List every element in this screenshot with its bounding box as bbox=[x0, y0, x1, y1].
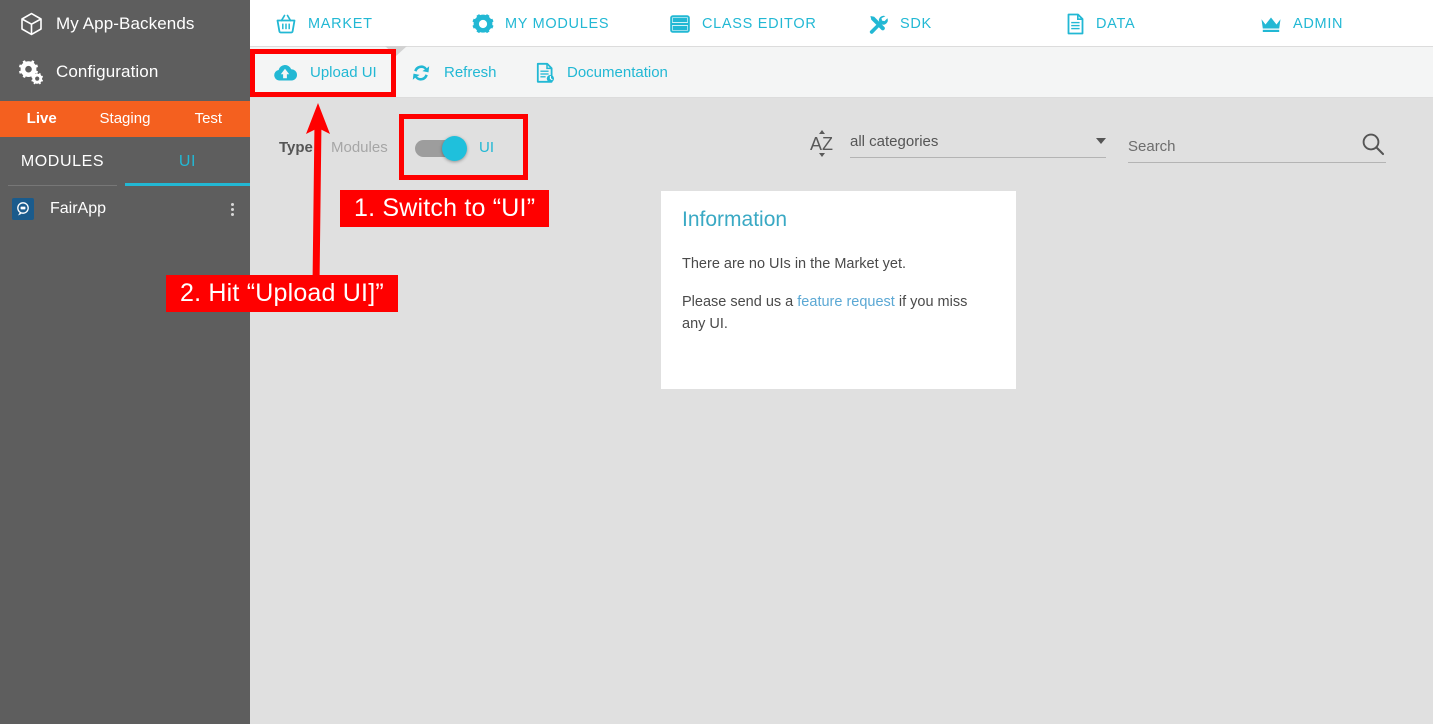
search-icon[interactable] bbox=[1360, 131, 1386, 162]
nav-label-market: MARKET bbox=[308, 15, 373, 32]
app-root: My App-Backends Configuration Live Stagi… bbox=[0, 0, 1433, 724]
information-line-2-before: Please send us a bbox=[682, 294, 798, 310]
toggle-option-modules[interactable]: Modules bbox=[331, 139, 388, 156]
sidebar: My App-Backends Configuration Live Stagi… bbox=[0, 0, 250, 724]
information-line-1: There are no UIs in the Market yet. bbox=[682, 256, 907, 272]
top-navigation: MARKET MY MODULES CLASS EDITOR SDK DATA … bbox=[250, 0, 1433, 47]
nav-label-admin: ADMIN bbox=[1293, 15, 1344, 32]
basket-icon bbox=[275, 13, 297, 34]
refresh-button[interactable]: Refresh bbox=[410, 47, 497, 98]
app-name: FairApp bbox=[50, 200, 107, 217]
nav-tab-sdk[interactable]: SDK bbox=[867, 0, 932, 47]
sidebar-tab-modules[interactable]: MODULES bbox=[0, 137, 125, 186]
upload-ui-label: Upload UI bbox=[310, 64, 377, 81]
nav-tab-class-editor[interactable]: CLASS EDITOR bbox=[669, 0, 817, 47]
category-select-value: all categories bbox=[850, 133, 939, 150]
sidebar-label-configuration: Configuration bbox=[56, 62, 159, 81]
toggle-option-ui[interactable]: UI bbox=[479, 139, 494, 156]
nav-tab-data[interactable]: DATA bbox=[1066, 0, 1135, 47]
search-input[interactable] bbox=[1128, 138, 1338, 155]
nav-tab-my-modules[interactable]: MY MODULES bbox=[472, 0, 609, 47]
list-item[interactable]: FairApp bbox=[0, 186, 250, 232]
app-chat-icon bbox=[12, 198, 34, 220]
crown-icon bbox=[1260, 15, 1282, 33]
nav-tab-market[interactable]: MARKET bbox=[275, 0, 373, 47]
type-toggle-switch[interactable] bbox=[415, 136, 471, 161]
chevron-down-icon bbox=[1096, 137, 1106, 144]
callout-step-2: 2. Hit “Upload UI]” bbox=[166, 275, 398, 312]
feature-request-link[interactable]: feature request bbox=[797, 294, 895, 310]
documentation-button[interactable]: Documentation bbox=[535, 47, 668, 98]
kebab-menu-icon[interactable] bbox=[227, 199, 238, 220]
cloud-upload-icon bbox=[272, 63, 298, 83]
env-tab-notch bbox=[33, 101, 51, 110]
sidebar-tab-modules-label: MODULES bbox=[20, 152, 105, 170]
sidebar-label-my-app-backends: My App-Backends bbox=[56, 14, 195, 33]
information-line-2: Please send us a feature request if you … bbox=[682, 291, 994, 336]
category-select[interactable]: all categories bbox=[850, 126, 1106, 158]
sidebar-item-my-app-backends[interactable]: My App-Backends bbox=[0, 0, 250, 48]
sort-az-icon[interactable]: A Z bbox=[808, 126, 838, 165]
documentation-label: Documentation bbox=[567, 64, 668, 81]
gear-icon bbox=[472, 13, 494, 35]
document-clock-icon bbox=[535, 62, 555, 84]
active-tab-notch bbox=[385, 46, 407, 56]
information-title: Information bbox=[682, 208, 788, 231]
nav-label-data: DATA bbox=[1096, 15, 1136, 32]
nav-label-my-modules: MY MODULES bbox=[505, 15, 610, 32]
gear-icon bbox=[14, 59, 48, 85]
nav-tab-admin[interactable]: ADMIN bbox=[1260, 0, 1343, 47]
nav-label-class-editor: CLASS EDITOR bbox=[702, 15, 817, 32]
type-filter-label: Type bbox=[279, 139, 313, 156]
sidebar-module-tabs: MODULES UI bbox=[0, 137, 250, 186]
sidebar-app-list: FairApp bbox=[0, 186, 250, 232]
upload-ui-button[interactable]: Upload UI bbox=[272, 47, 377, 98]
cube-icon bbox=[14, 12, 48, 36]
sidebar-tab-ui-label: UI bbox=[178, 152, 197, 170]
tools-icon bbox=[867, 13, 889, 35]
env-tab-staging[interactable]: Staging bbox=[83, 101, 166, 137]
nav-label-sdk: SDK bbox=[900, 15, 932, 32]
sidebar-tab-ui[interactable]: UI bbox=[125, 137, 250, 186]
document-icon bbox=[1066, 13, 1085, 35]
information-panel: Information There are no UIs in the Mark… bbox=[661, 191, 1016, 389]
table-icon bbox=[669, 14, 691, 34]
search-field[interactable] bbox=[1128, 131, 1386, 163]
svg-text:A: A bbox=[810, 134, 822, 154]
refresh-icon bbox=[410, 63, 432, 83]
callout-step-1: 1. Switch to “UI” bbox=[340, 190, 550, 227]
env-tab-test[interactable]: Test bbox=[167, 101, 250, 137]
action-toolbar: Upload UI Refresh Documentation bbox=[250, 47, 1433, 98]
sidebar-item-configuration[interactable]: Configuration bbox=[0, 48, 250, 96]
svg-text:Z: Z bbox=[822, 134, 833, 154]
toggle-knob bbox=[442, 136, 467, 161]
refresh-label: Refresh bbox=[444, 64, 497, 81]
